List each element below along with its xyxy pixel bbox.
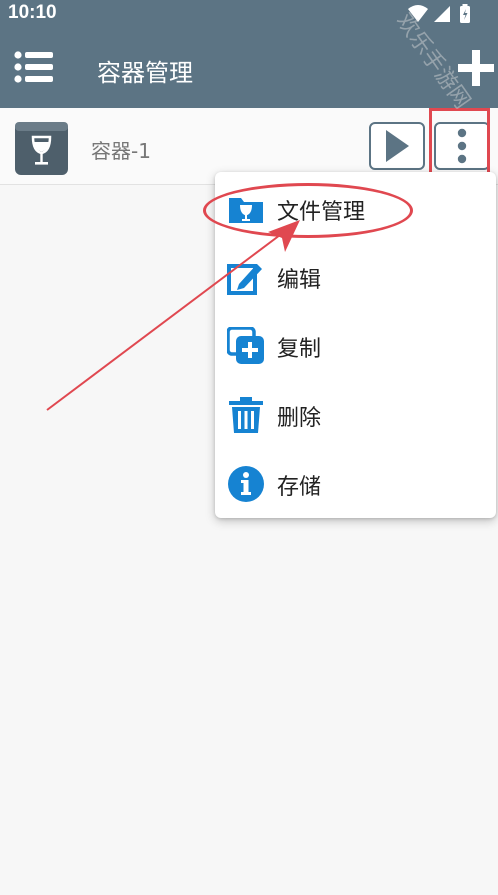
watermark: 欢乐手游网: [391, 9, 475, 113]
watermark-text: 欢乐手游网: [391, 9, 475, 113]
